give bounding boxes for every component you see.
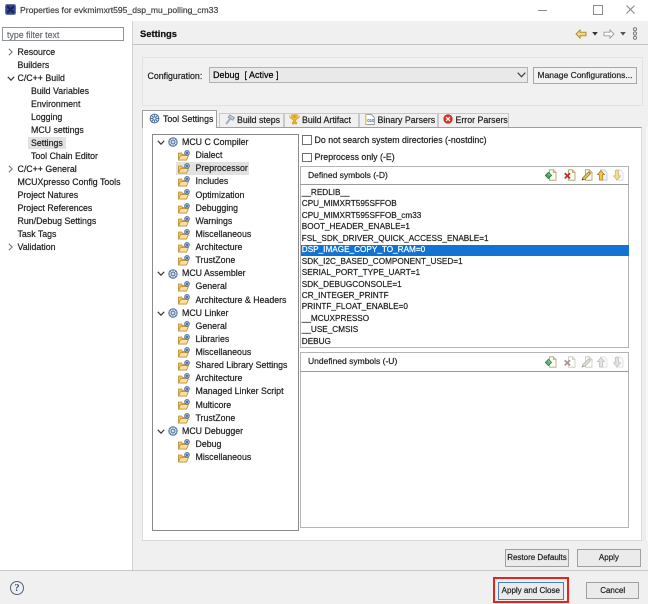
svg-text:010: 010 [367,118,375,123]
